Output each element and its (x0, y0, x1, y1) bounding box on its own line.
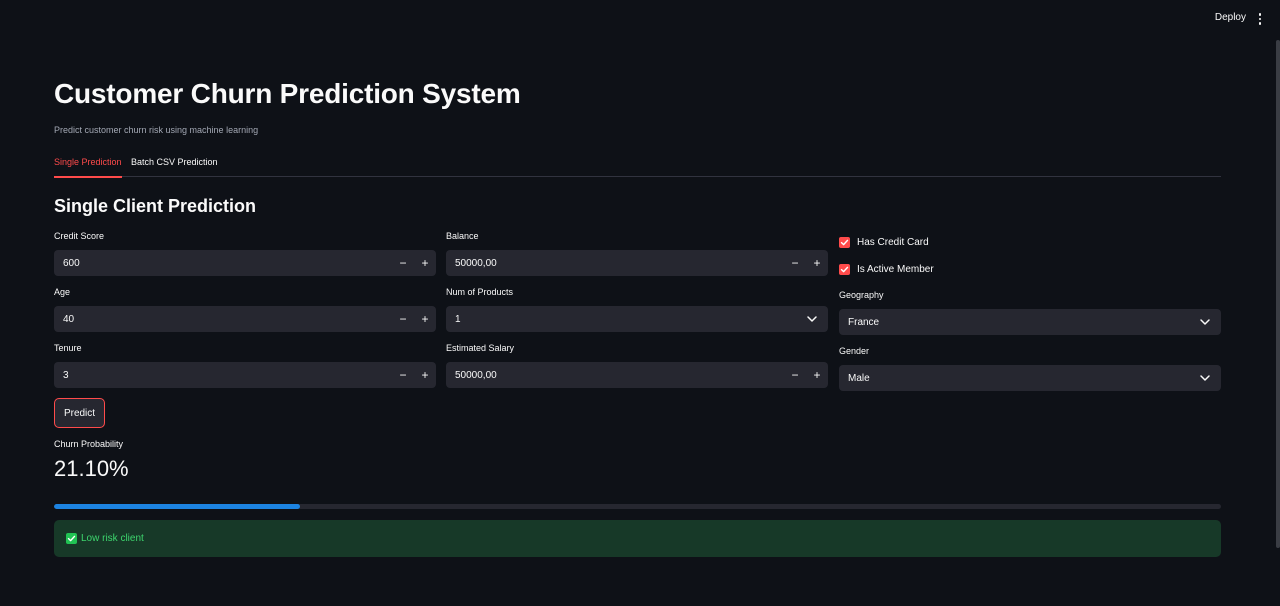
tenure-increment-button[interactable]: + (414, 362, 436, 388)
chevron-down-icon (807, 316, 817, 322)
estimated-salary-value[interactable]: 50000,00 (446, 370, 784, 381)
has-credit-card-label: Has Credit Card (857, 236, 929, 248)
field-age: Age 40 − + (54, 287, 436, 332)
field-balance: Balance 50000,00 − + (446, 231, 828, 276)
tenure-decrement-button[interactable]: − (392, 362, 414, 388)
field-tenure: Tenure 3 − + (54, 343, 436, 388)
field-geography: Geography France (839, 290, 1221, 335)
estimated-salary-input[interactable]: 50000,00 − + (446, 362, 828, 388)
page-subtitle: Predict customer churn risk using machin… (54, 125, 259, 135)
age-label: Age (54, 287, 71, 297)
tab-single-prediction[interactable]: Single Prediction (54, 157, 122, 178)
deploy-button[interactable]: Deploy (1215, 12, 1246, 23)
gender-label: Gender (839, 346, 870, 356)
credit-score-label: Credit Score (54, 231, 105, 241)
credit-score-increment-button[interactable]: + (414, 250, 436, 276)
predict-button[interactable]: Predict (54, 398, 105, 428)
gender-select[interactable]: Male (839, 365, 1221, 391)
tab-batch-csv-prediction[interactable]: Batch CSV Prediction (131, 157, 218, 177)
has-credit-card-checkbox[interactable]: Has Credit Card (839, 235, 1221, 249)
estimated-salary-increment-button[interactable]: + (806, 362, 828, 388)
chevron-down-icon (1200, 319, 1210, 325)
field-estimated-salary: Estimated Salary 50000,00 − + (446, 343, 828, 388)
churn-progress-fill (54, 504, 301, 509)
churn-probability-label: Churn Probability (54, 439, 124, 449)
is-active-member-checkbox[interactable]: Is Active Member (839, 262, 1221, 276)
success-alert: Low risk client (54, 520, 1221, 557)
check-box-icon (66, 533, 77, 544)
credit-score-decrement-button[interactable]: − (392, 250, 414, 276)
vertical-ellipsis-icon[interactable] (1252, 10, 1268, 28)
checkmark-icon (839, 236, 850, 248)
num-products-value: 1 (455, 313, 461, 325)
section-title: Single Client Prediction (54, 196, 257, 216)
balance-decrement-button[interactable]: − (784, 250, 806, 276)
balance-increment-button[interactable]: + (806, 250, 828, 276)
field-num-products: Num of Products 1 (446, 287, 828, 332)
credit-score-value[interactable]: 600 (54, 258, 392, 269)
field-credit-score: Credit Score 600 − + (54, 231, 436, 276)
age-value[interactable]: 40 (54, 314, 392, 325)
estimated-salary-decrement-button[interactable]: − (784, 362, 806, 388)
geography-label: Geography (839, 290, 884, 300)
chevron-down-icon (1200, 375, 1210, 381)
balance-label: Balance (446, 231, 479, 241)
geography-value: France (848, 316, 880, 328)
num-products-label: Num of Products (446, 287, 514, 297)
field-is-active-member: Is Active Member (839, 262, 1221, 276)
age-decrement-button[interactable]: − (392, 306, 414, 332)
balance-value[interactable]: 50000,00 (446, 258, 784, 269)
credit-score-input[interactable]: 600 − + (54, 250, 436, 276)
age-increment-button[interactable]: + (414, 306, 436, 332)
alert-text: Low risk client (81, 533, 144, 544)
tenure-input[interactable]: 3 − + (54, 362, 436, 388)
top-bar: Deploy (0, 0, 1280, 40)
churn-progress-bar (54, 504, 1221, 509)
num-products-select[interactable]: 1 (446, 306, 828, 332)
gender-value: Male (848, 372, 870, 384)
balance-input[interactable]: 50000,00 − + (446, 250, 828, 276)
checkmark-icon (839, 263, 850, 275)
age-input[interactable]: 40 − + (54, 306, 436, 332)
page-title: Customer Churn Prediction System (54, 78, 521, 109)
is-active-member-label: Is Active Member (857, 263, 934, 275)
geography-select[interactable]: France (839, 309, 1221, 335)
churn-probability-value: 21.10% (54, 456, 129, 481)
field-has-credit-card: Has Credit Card (839, 235, 1221, 249)
field-gender: Gender Male (839, 346, 1221, 391)
estimated-salary-label: Estimated Salary (446, 343, 515, 353)
tab-bar: Single Prediction Batch CSV Prediction (54, 150, 1221, 178)
scrollbar[interactable] (1276, 40, 1280, 548)
tenure-value[interactable]: 3 (54, 370, 392, 381)
tenure-label: Tenure (54, 343, 82, 353)
